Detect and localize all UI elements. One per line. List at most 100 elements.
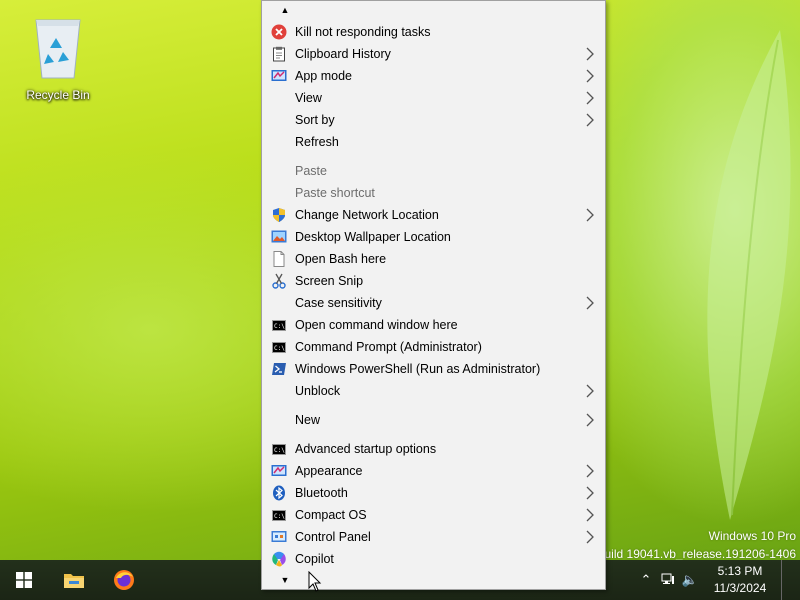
menu-item-label: App mode	[295, 69, 352, 83]
clipboard-icon	[271, 46, 287, 62]
watermark-edition: Windows 10 Pro	[708, 529, 796, 543]
menu-item-open-bash-here[interactable]: Open Bash here	[262, 248, 605, 270]
shield-icon	[271, 207, 287, 223]
powershell-icon	[271, 361, 287, 377]
menu-item-refresh[interactable]: Refresh	[262, 131, 605, 153]
menu-item-screen-snip[interactable]: Screen Snip	[262, 270, 605, 292]
menu-item-label: Command Prompt (Administrator)	[295, 340, 482, 354]
menu-item-label: Appearance	[295, 464, 363, 478]
menu-item-label: Case sensitivity	[295, 296, 382, 310]
menu-item-copilot[interactable]: Copilot	[262, 548, 605, 570]
chevron-right-icon	[585, 296, 595, 310]
taskbar-firefox[interactable]	[100, 560, 148, 600]
error-icon	[271, 24, 287, 40]
chevron-right-icon	[585, 47, 595, 61]
menu-item-appearance[interactable]: Appearance	[262, 460, 605, 482]
firefox-icon	[114, 570, 134, 590]
menu-item-label: Open Bash here	[295, 252, 387, 266]
copilot-icon	[271, 551, 287, 567]
menu-item-paste: Paste	[262, 160, 605, 182]
menu-item-windows-powershell-run-as-administrator[interactable]: Windows PowerShell (Run as Administrator…	[262, 358, 605, 380]
context-menu: ▲ Kill not responding tasks Clipboard His…	[261, 0, 606, 590]
scroll-down-arrow-icon[interactable]: ▼	[280, 575, 290, 585]
mouse-cursor-icon	[308, 571, 322, 592]
chevron-right-icon	[585, 530, 595, 544]
taskbar-file-explorer[interactable]	[50, 560, 98, 600]
menu-item-control-panel[interactable]: Control Panel	[262, 526, 605, 548]
menu-item-label: View	[295, 91, 322, 105]
menu-item-app-mode[interactable]: App mode	[262, 65, 605, 87]
recycle-bin-label: Recycle Bin	[26, 88, 90, 102]
menu-item-label: Kill not responding tasks	[295, 25, 431, 39]
menu-item-label: Sort by	[295, 113, 335, 127]
menu-item-label: Change Network Location	[295, 208, 439, 222]
menu-item-kill-not-responding-tasks[interactable]: Kill not responding tasks	[262, 21, 605, 43]
menu-item-bluetooth[interactable]: Bluetooth	[262, 482, 605, 504]
windows-logo-icon	[16, 572, 32, 588]
chevron-right-icon	[585, 208, 595, 222]
cmd-icon: C:\	[271, 441, 287, 457]
bluetooth-icon	[271, 485, 287, 501]
menu-item-advanced-startup-options[interactable]: C:\ Advanced startup options	[262, 438, 605, 460]
folder-icon	[64, 574, 84, 588]
network-icon[interactable]	[657, 573, 679, 588]
menu-item-label: Unblock	[295, 384, 341, 398]
chevron-up-icon[interactable]: ⌃	[635, 572, 657, 588]
menu-item-label: Control Panel	[295, 530, 371, 544]
menu-item-label: Open command window here	[295, 318, 458, 332]
menu-item-new[interactable]: New	[262, 409, 605, 431]
chevron-right-icon	[585, 508, 595, 522]
menu-item-open-command-window-here[interactable]: C:\ Open command window here	[262, 314, 605, 336]
menu-item-label: Advanced startup options	[295, 442, 437, 456]
menu-item-label: Desktop Wallpaper Location	[295, 230, 451, 244]
menu-item-change-network-location[interactable]: Change Network Location	[262, 204, 605, 226]
scroll-up-arrow-icon[interactable]: ▲	[280, 5, 290, 15]
clock-time: 5:13 PM	[717, 564, 763, 578]
recycle-bin[interactable]: Recycle Bin	[18, 12, 98, 102]
chevron-right-icon	[585, 384, 595, 398]
wallpaper-leaf	[707, 30, 791, 520]
menu-item-label: Paste shortcut	[295, 186, 375, 200]
menu-item-label: Refresh	[295, 135, 339, 149]
start-button[interactable]	[0, 560, 48, 600]
recycle-bin-icon	[30, 12, 86, 82]
app-mode-icon	[271, 68, 287, 84]
menu-item-unblock[interactable]: Unblock	[262, 380, 605, 402]
control-panel-icon	[271, 529, 287, 545]
menu-item-view[interactable]: View	[262, 87, 605, 109]
menu-item-label: Clipboard History	[295, 47, 391, 61]
menu-item-desktop-wallpaper-location[interactable]: Desktop Wallpaper Location	[262, 226, 605, 248]
windows-watermark: Windows 10 Pro Build 19041.vb_release.19…	[597, 527, 797, 563]
wallpaper-icon	[271, 229, 287, 245]
document-icon	[271, 251, 287, 267]
chevron-right-icon	[585, 113, 595, 127]
menu-item-label: New	[295, 413, 321, 427]
menu-item-label: Paste	[295, 164, 327, 178]
menu-item-case-sensitivity[interactable]: Case sensitivity	[262, 292, 605, 314]
cmd-icon: C:\	[271, 507, 287, 523]
menu-item-command-prompt-administrator[interactable]: C:\ Command Prompt (Administrator)	[262, 336, 605, 358]
menu-item-label: Compact OS	[295, 508, 367, 522]
menu-item-compact-os[interactable]: C:\ Compact OS	[262, 504, 605, 526]
menu-item-label: Bluetooth	[295, 486, 348, 500]
menu-item-paste-shortcut: Paste shortcut	[262, 182, 605, 204]
clock[interactable]: 5:13 PM 11/3/2024	[701, 563, 779, 597]
cmd-icon: C:\	[271, 317, 287, 333]
chevron-right-icon	[585, 91, 595, 105]
menu-item-label: Screen Snip	[295, 274, 364, 288]
chevron-right-icon	[585, 486, 595, 500]
chevron-right-icon	[585, 413, 595, 427]
chevron-right-icon	[585, 464, 595, 478]
volume-icon[interactable]: 🔈	[679, 572, 701, 588]
clock-date: 11/3/2024	[713, 581, 767, 595]
app-mode-icon	[271, 463, 287, 479]
menu-item-label: Windows PowerShell (Run as Administrator…	[295, 362, 541, 376]
menu-item-sort-by[interactable]: Sort by	[262, 109, 605, 131]
show-desktop-button[interactable]	[781, 560, 800, 600]
menu-item-label: Copilot	[295, 552, 334, 566]
cmd-icon: C:\	[271, 339, 287, 355]
menu-item-clipboard-history[interactable]: Clipboard History	[262, 43, 605, 65]
chevron-right-icon	[585, 69, 595, 83]
system-tray: ⌃ 🔈 5:13 PM 11/3/2024	[635, 560, 800, 600]
scissors-icon	[271, 273, 287, 289]
